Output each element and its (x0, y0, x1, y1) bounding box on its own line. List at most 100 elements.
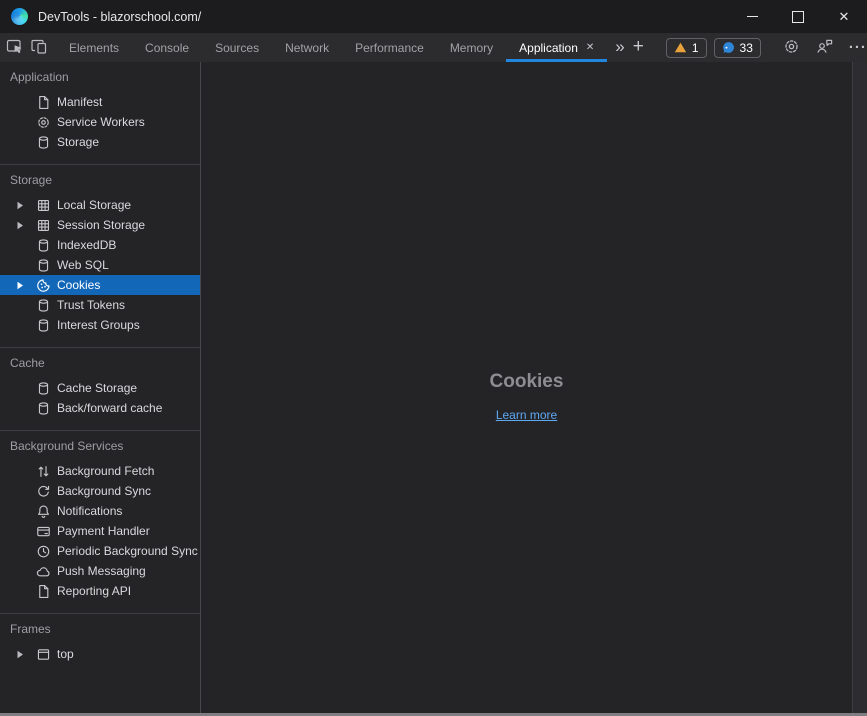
tab-label: Network (285, 41, 329, 55)
close-button[interactable]: ✕ (821, 0, 867, 33)
sidebar-item-label: Service Workers (57, 115, 145, 129)
tab-console[interactable]: Console (132, 33, 202, 62)
maximize-icon (792, 11, 804, 23)
sidebar-item-label: Session Storage (57, 218, 145, 232)
sidebar-item-cache-storage[interactable]: Cache Storage (0, 378, 200, 398)
learn-more-link[interactable]: Learn more (496, 408, 557, 422)
edge-logo-icon (11, 8, 28, 25)
badge-count: 1 (692, 41, 699, 55)
sidebar-item-label: Storage (57, 135, 99, 149)
sidebar-item-label: Background Fetch (57, 464, 154, 478)
sidebar-item-background-sync[interactable]: Background Sync (0, 481, 200, 501)
expand-arrow-icon[interactable] (16, 650, 35, 659)
sidebar-item-label: Notifications (57, 504, 122, 518)
card-icon (35, 523, 51, 539)
gear-icon (783, 38, 800, 58)
arrows-up-down-icon (35, 463, 51, 479)
sidebar-section-background-services: Background Services Background Fetch Backg… (0, 431, 200, 614)
window-title: DevTools - blazorschool.com/ (38, 10, 729, 24)
sidebar-item-storage[interactable]: Storage (0, 132, 200, 152)
toolbar-right-icons: ··· (771, 36, 867, 60)
status-badges: 1 33 (666, 38, 761, 58)
sidebar-item-label: Cookies (57, 278, 100, 292)
sidebar-section-cache: Cache Cache Storage Back/forward cache (0, 348, 200, 431)
tab-application[interactable]: Application ✕ (506, 33, 607, 62)
table-icon (35, 197, 51, 213)
sync-icon (35, 483, 51, 499)
warning-triangle-icon (674, 42, 687, 53)
sidebar-section-storage: StorageLocal StorageSession StorageIndex… (0, 165, 200, 348)
sidebar-item-label: IndexedDB (57, 238, 116, 252)
sidebar-section-application: ApplicationManifest Service Workers Storag… (0, 62, 200, 165)
section-title: Frames (0, 614, 200, 644)
sidebar-item-service-workers[interactable]: Service Workers (0, 112, 200, 132)
sidebar-item-indexeddb[interactable]: IndexedDB (0, 235, 200, 255)
cookies-panel: Cookies Learn more (201, 62, 852, 716)
tab-network[interactable]: Network (272, 33, 342, 62)
sidebar-item-push-messaging[interactable]: Push Messaging (0, 561, 200, 581)
window-controls: ✕ (729, 0, 867, 33)
section-title: Background Services (0, 431, 200, 461)
minimize-button[interactable] (729, 0, 775, 33)
database-icon (35, 400, 51, 416)
panel-title: Cookies (490, 371, 564, 393)
database-icon (35, 317, 51, 333)
sidebar-item-manifest[interactable]: Manifest (0, 92, 200, 112)
settings-button[interactable] (780, 36, 804, 60)
more-options-button[interactable]: ··· (846, 36, 867, 60)
sidebar-item-back-forward-cache[interactable]: Back/forward cache (0, 398, 200, 418)
clock-icon (35, 543, 51, 559)
sidebar-item-notifications[interactable]: Notifications (0, 501, 200, 521)
add-tab-icon[interactable]: + (633, 36, 644, 58)
feedback-button[interactable] (813, 36, 837, 60)
vertical-scrollbar[interactable] (852, 62, 867, 716)
devtools-content: ApplicationManifest Service Workers Storag… (0, 62, 867, 716)
tab-label: Memory (450, 41, 493, 55)
sidebar-item-cookies[interactable]: Cookies (0, 275, 200, 295)
devtools-tabs: Elements ConsoleSources Network Performance… (56, 33, 607, 62)
sidebar-item-periodic-background-sync[interactable]: Periodic Background Sync (0, 541, 200, 561)
database-icon (35, 237, 51, 253)
sidebar-item-payment-handler[interactable]: Payment Handler (0, 521, 200, 541)
frame-icon (35, 646, 51, 662)
more-tabs-chevron-icon[interactable]: » (615, 37, 624, 57)
close-tab-icon[interactable]: ✕ (586, 43, 594, 53)
warning-triangle-badge[interactable]: 1 (666, 38, 707, 58)
tab-label: Elements (69, 41, 119, 55)
expand-arrow-icon[interactable] (16, 201, 35, 210)
tab-sources[interactable]: Sources (202, 33, 272, 62)
tab-performance[interactable]: Performance (342, 33, 437, 62)
devtools-toolbar: Elements ConsoleSources Network Performance… (0, 33, 867, 62)
sidebar-item-top[interactable]: top (0, 644, 200, 664)
message-bubble-badge[interactable]: 33 (714, 38, 761, 58)
inspect-element-button[interactable] (6, 36, 24, 60)
tab-elements[interactable]: Elements (56, 33, 132, 62)
sidebar-item-local-storage[interactable]: Local Storage (0, 195, 200, 215)
tab-memory[interactable]: Memory (437, 33, 506, 62)
sidebar-item-web-sql[interactable]: Web SQL (0, 255, 200, 275)
sidebar-item-label: Back/forward cache (57, 401, 162, 415)
section-title: Cache (0, 348, 200, 378)
device-toolbar-button[interactable] (30, 36, 48, 60)
expand-arrow-icon[interactable] (16, 281, 35, 290)
sidebar-item-label: Payment Handler (57, 524, 150, 538)
gear-icon (35, 114, 51, 130)
tab-label: Performance (355, 41, 424, 55)
feedback-person-bubble-icon (815, 38, 834, 58)
minimize-icon (747, 16, 758, 17)
sidebar-item-label: top (57, 647, 74, 661)
tab-label: Application (519, 41, 578, 55)
sidebar-item-background-fetch[interactable]: Background Fetch (0, 461, 200, 481)
sidebar-item-label: Cache Storage (57, 381, 137, 395)
expand-arrow-icon[interactable] (16, 221, 35, 230)
section-title: Application (0, 62, 200, 92)
devtools-window: DevTools - blazorschool.com/ ✕ (0, 0, 867, 716)
sidebar-item-session-storage[interactable]: Session Storage (0, 215, 200, 235)
document-icon (35, 583, 51, 599)
document-icon (35, 94, 51, 110)
sidebar-item-trust-tokens[interactable]: Trust Tokens (0, 295, 200, 315)
sidebar-item-label: Local Storage (57, 198, 131, 212)
sidebar-item-reporting-api[interactable]: Reporting API (0, 581, 200, 601)
sidebar-item-interest-groups[interactable]: Interest Groups (0, 315, 200, 335)
maximize-button[interactable] (775, 0, 821, 33)
